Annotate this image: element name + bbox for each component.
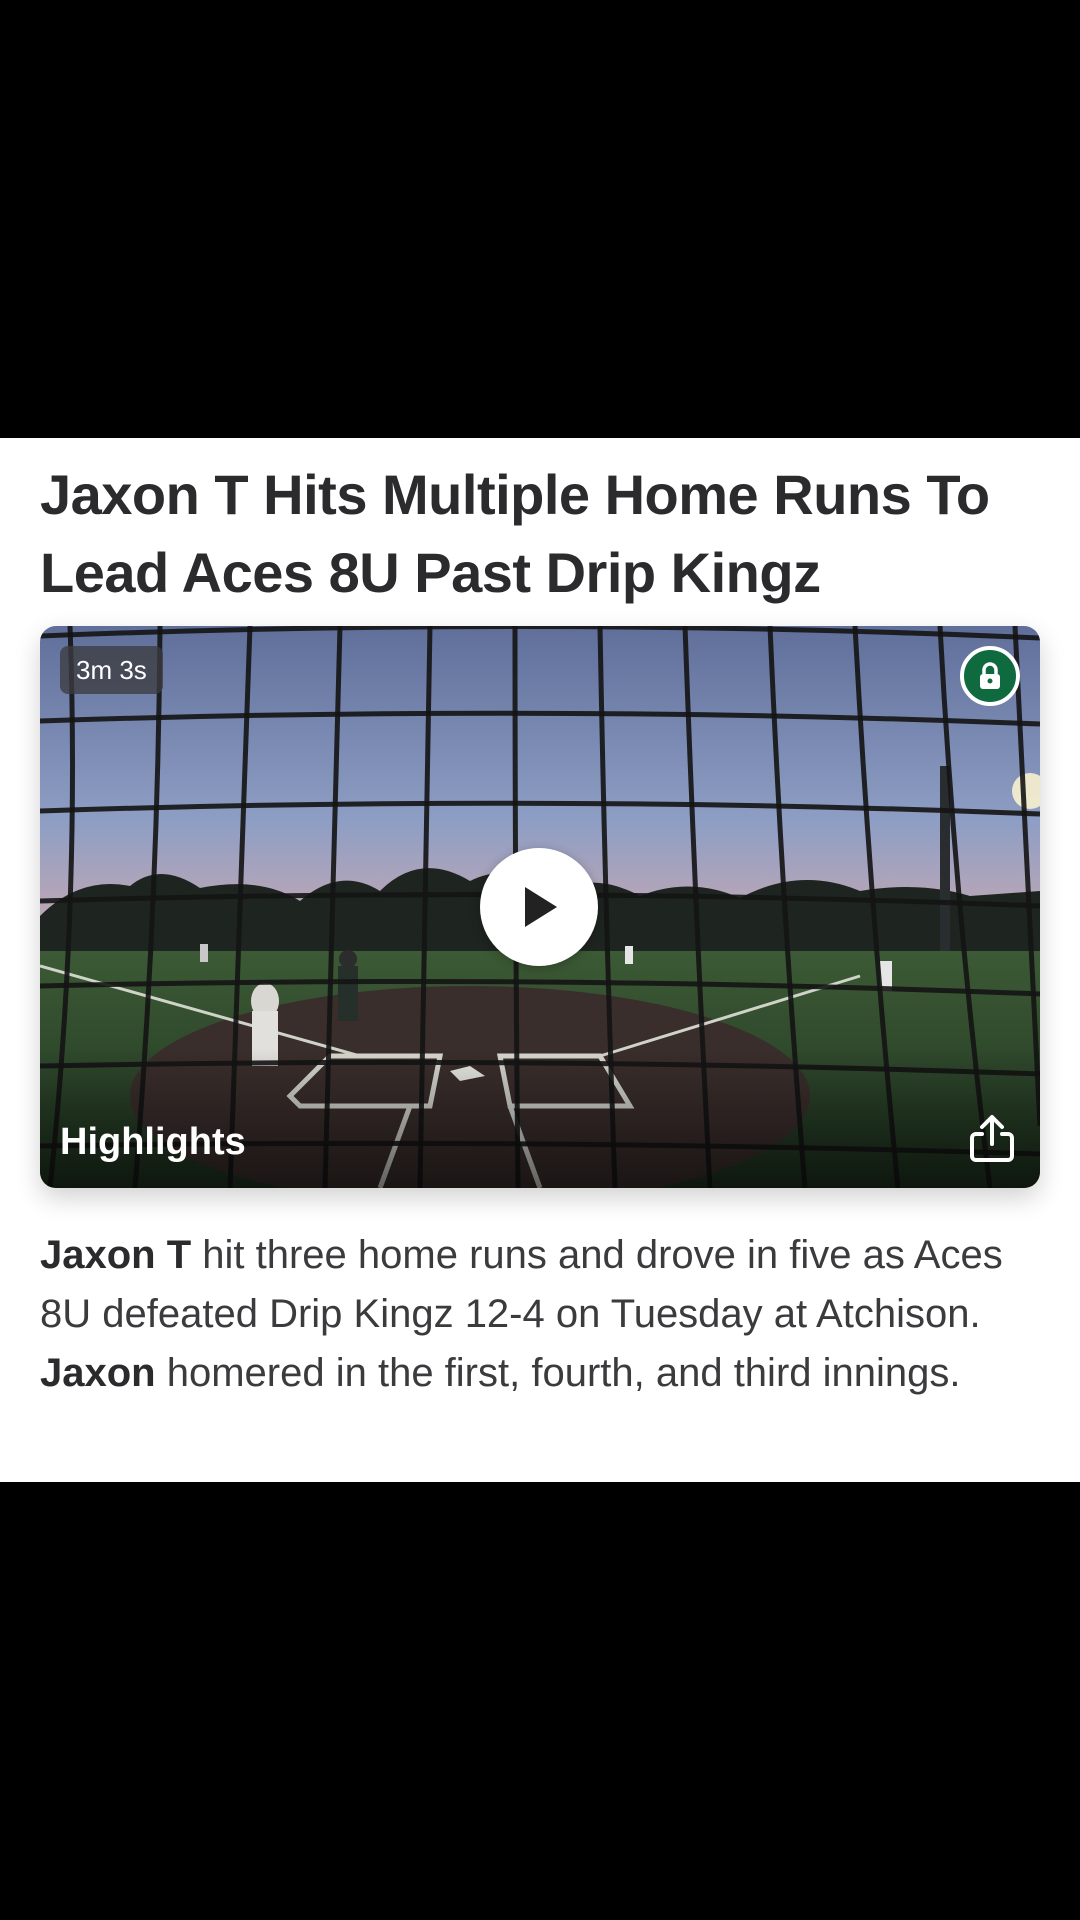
article-card: Jaxon T Hits Multiple Home Runs To Lead … — [0, 438, 1080, 1482]
play-button[interactable] — [480, 848, 598, 966]
video-player[interactable]: 3m 3s Highlights — [40, 626, 1040, 1188]
article-summary: Jaxon T hit three home runs and drove in… — [40, 1226, 1050, 1403]
lock-icon — [960, 646, 1020, 706]
play-icon — [525, 887, 557, 927]
share-button[interactable] — [964, 1110, 1020, 1166]
share-icon — [970, 1115, 1014, 1162]
article-headline: Jaxon T Hits Multiple Home Runs To Lead … — [40, 463, 990, 604]
duration-badge: 3m 3s — [60, 646, 163, 694]
video-label: Highlights — [60, 1121, 246, 1163]
player-first-name: Jaxon — [40, 1351, 156, 1395]
player-name: Jaxon T — [40, 1233, 192, 1277]
summary-text-2: homered in the first, fourth, and third … — [155, 1351, 961, 1395]
